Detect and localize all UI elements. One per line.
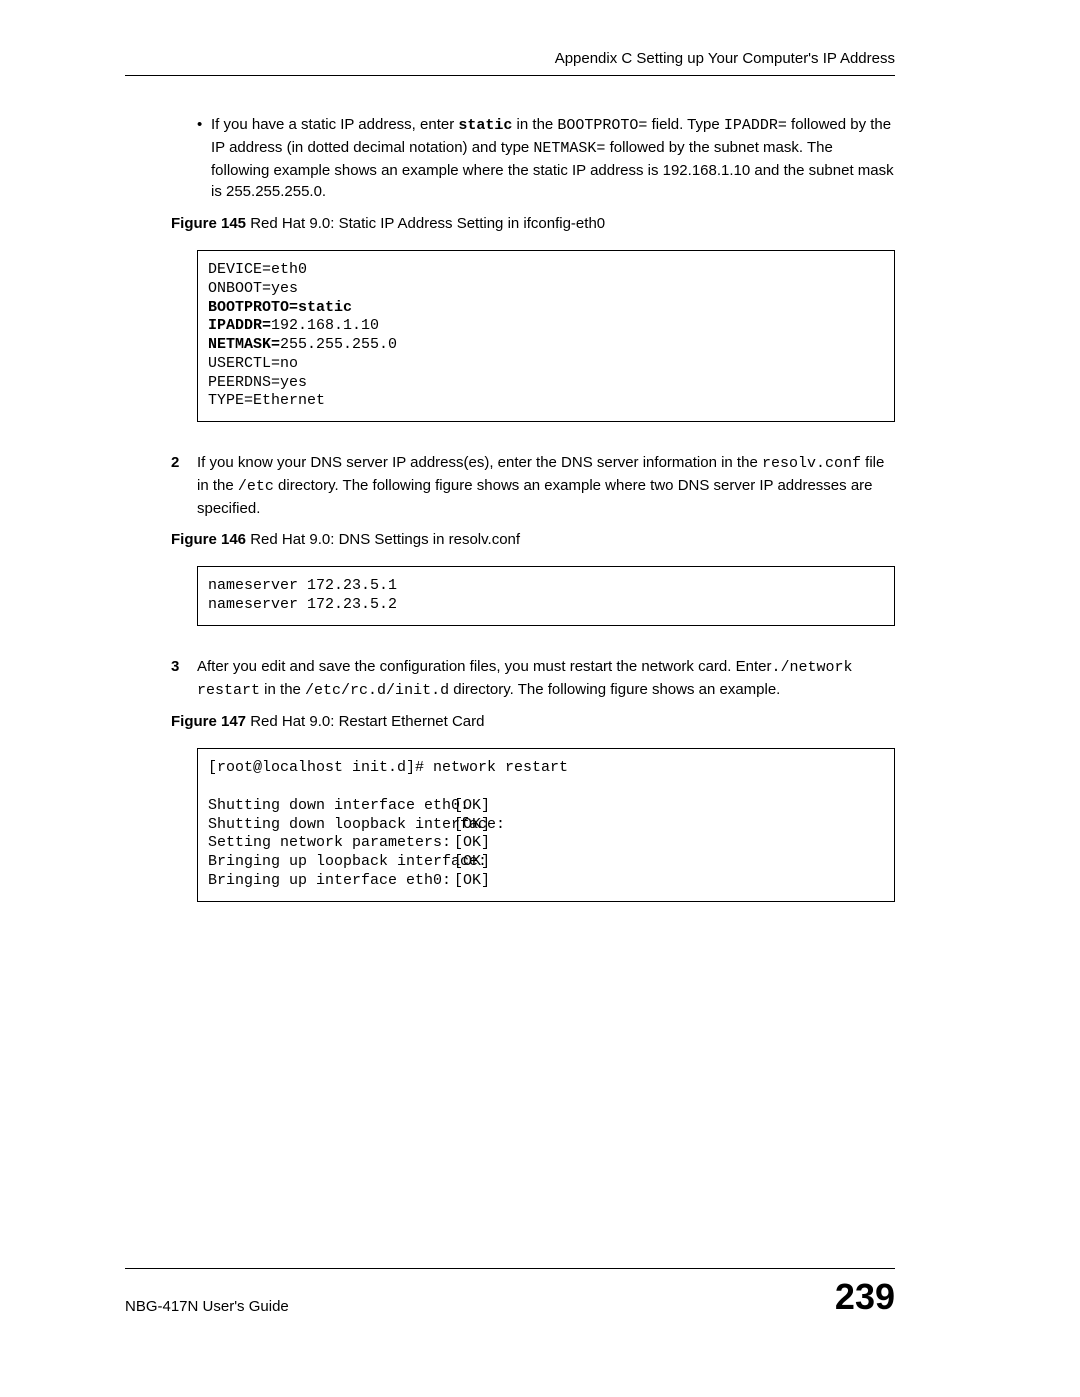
code-line: PEERDNS=yes (208, 374, 307, 391)
footer-guide-title: NBG-417N User's Guide (125, 1298, 289, 1315)
code-val: 255.255.255.0 (280, 336, 397, 353)
code-line: TYPE=Ethernet (208, 392, 325, 409)
bullet-static-ip: • If you have a static IP address, enter… (197, 114, 895, 203)
code: BOOTPROTO= (557, 117, 647, 134)
cmd-status: [OK] (454, 797, 490, 814)
code-line: nameserver 172.23.5.2 (208, 596, 397, 613)
cmd-label: Shutting down loopback interface: (208, 816, 454, 835)
code-line: ONBOOT=yes (208, 280, 298, 297)
figure-label: Figure 147 (171, 713, 246, 730)
code-val: 192.168.1.10 (271, 317, 379, 334)
cmd-label: Bringing up loopback interface: (208, 853, 454, 872)
cmd-label: Bringing up interface eth0: (208, 872, 454, 891)
code: static (458, 117, 512, 134)
code-line: DEVICE=eth0 (208, 261, 307, 278)
text: If you know your DNS server IP address(e… (197, 454, 762, 471)
cmd-label: Setting network parameters: (208, 834, 454, 853)
code-box-resolv: nameserver 172.23.5.1 nameserver 172.23.… (197, 566, 895, 626)
step-2: 2 If you know your DNS server IP address… (171, 452, 895, 519)
text: directory. The following figure shows an… (449, 681, 780, 698)
figure-title: Red Hat 9.0: Static IP Address Setting i… (246, 215, 605, 232)
code-box-restart: [root@localhost init.d]# network restart… (197, 748, 895, 901)
footer-page-number: 239 (835, 1279, 895, 1315)
code-key: NETMASK= (208, 336, 280, 353)
figure-145-caption: Figure 145 Red Hat 9.0: Static IP Addres… (171, 215, 895, 232)
figure-title: Red Hat 9.0: DNS Settings in resolv.conf (246, 531, 520, 548)
cmd-status: [OK] (454, 872, 490, 889)
code-line: USERCTL=no (208, 355, 298, 372)
figure-147-caption: Figure 147 Red Hat 9.0: Restart Ethernet… (171, 713, 895, 730)
bullet-mark: • (197, 114, 211, 203)
text: field. Type (647, 116, 723, 133)
step-text: If you know your DNS server IP address(e… (197, 452, 895, 519)
figure-label: Figure 145 (171, 215, 246, 232)
header-text: Appendix C Setting up Your Computer's IP… (125, 50, 895, 67)
figure-title: Red Hat 9.0: Restart Ethernet Card (246, 713, 484, 730)
step-3: 3 After you edit and save the configurat… (171, 656, 895, 702)
step-number: 2 (171, 452, 197, 519)
figure-label: Figure 146 (171, 531, 246, 548)
step-text: After you edit and save the configuratio… (197, 656, 895, 702)
code: /etc (238, 478, 274, 495)
cmd-status: [OK] (454, 853, 490, 870)
step-number: 3 (171, 656, 197, 702)
text: After you edit and save the configuratio… (197, 658, 771, 675)
bullet-text: If you have a static IP address, enter s… (211, 114, 895, 203)
text: in the (260, 681, 305, 698)
code: IPADDR= (724, 117, 787, 134)
page-footer: NBG-417N User's Guide 239 (125, 1268, 895, 1315)
page-header: Appendix C Setting up Your Computer's IP… (125, 50, 895, 76)
code-key: IPADDR= (208, 317, 271, 334)
code-box-ifconfig: DEVICE=eth0 ONBOOT=yes BOOTPROTO=static … (197, 250, 895, 422)
cmd-status: [OK] (454, 834, 490, 851)
text: directory. The following figure shows an… (197, 477, 873, 517)
code: resolv.conf (762, 455, 861, 472)
text: in the (512, 116, 557, 133)
figure-146-caption: Figure 146 Red Hat 9.0: DNS Settings in … (171, 531, 895, 548)
cmd-label: Shutting down interface eth0: (208, 797, 454, 816)
code: NETMASK= (533, 140, 605, 157)
code-line: [root@localhost init.d]# network restart (208, 759, 568, 776)
code-line: BOOTPROTO=static (208, 299, 352, 316)
code: /etc/rc.d/init.d (305, 682, 449, 699)
code-line: nameserver 172.23.5.1 (208, 577, 397, 594)
text: If you have a static IP address, enter (211, 116, 458, 133)
cmd-status: [OK] (454, 816, 490, 833)
